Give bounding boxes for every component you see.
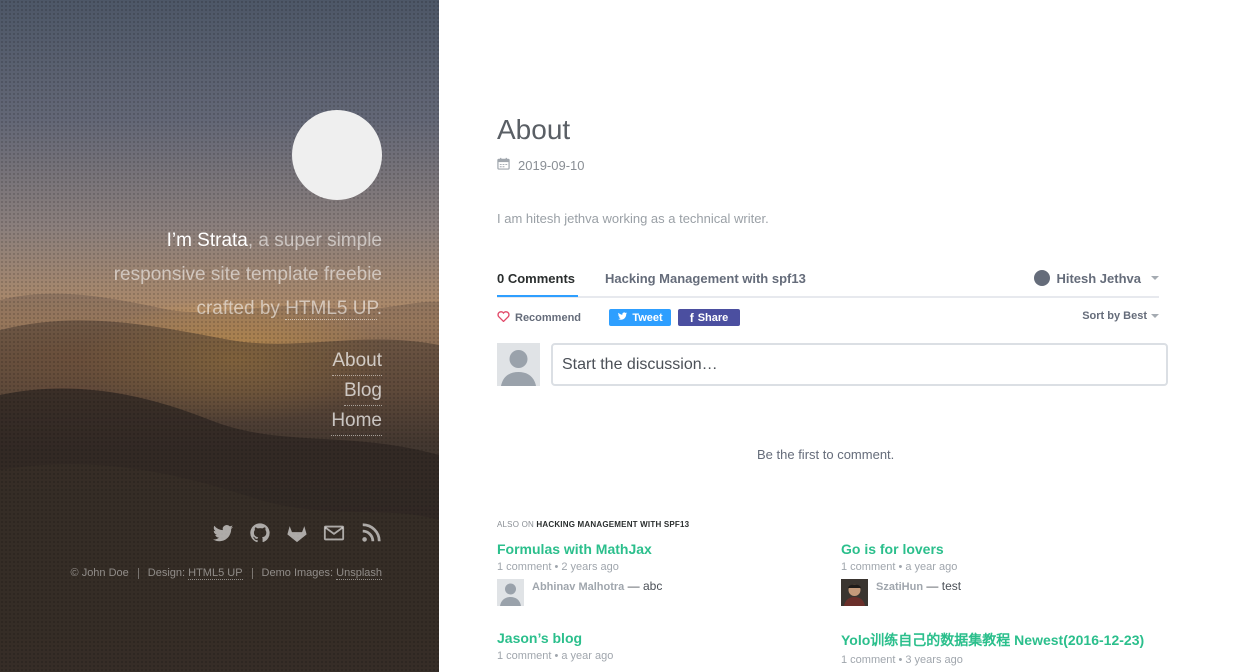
tweet-button[interactable]: Tweet [609,309,671,326]
user-avatar-icon [1034,270,1051,286]
thread-actions: Recommend Tweet f Share Sort by Best [497,298,1159,338]
date-text: 2019-09-10 [518,157,585,173]
recommendation-title[interactable]: Go is for lovers [841,541,1161,557]
github-icon[interactable] [249,522,271,544]
calendar-icon [497,157,510,173]
design-label: Design: [147,567,189,579]
recommendation-item[interactable]: Jason’s blog 1 comment • a year ago [497,630,817,662]
intro-text: I’m Strata, a super simple responsive si… [82,224,382,326]
guest-avatar [497,343,540,386]
facebook-share-button[interactable]: f Share [678,309,740,326]
also-on-prefix: ALSO ON [497,520,537,529]
tab-community[interactable]: Hacking Management with spf13 [605,271,806,286]
nav-about-link[interactable]: About [332,346,382,376]
html5up-link[interactable]: HTML5 UP [285,298,377,320]
footer-divider [137,567,139,579]
sort-label: Sort by Best [1082,310,1147,322]
post-body: I am hitesh jethva working as a technica… [497,211,769,226]
recommendation-title[interactable]: Formulas with MathJax [497,541,817,557]
comment-snippet: — test [923,579,962,593]
commenter-name[interactable]: SzatiHun [876,581,923,593]
sidebar: I’m Strata, a super simple responsive si… [0,0,439,672]
recommendation-title[interactable]: Yolo训练自己的数据集教程 Newest(2016-12-23) [841,630,1161,650]
comment-input[interactable]: Start the discussion… [551,343,1168,386]
page-title: About [497,114,571,145]
recommendation-item[interactable]: Go is for lovers 1 comment • a year ago … [841,541,1161,606]
footer-divider [251,567,253,579]
recommendation-meta: 1 comment • 3 years ago [841,654,963,666]
also-on-heading: ALSO ON HACKING MANAGEMENT WITH SPF13 [497,520,689,529]
twitter-icon [617,311,628,324]
copyright-text: © John Doe [70,567,129,579]
disqus-thread: 0 Comments Hacking Management with spf13… [497,262,1168,666]
envelope-icon[interactable] [323,522,345,544]
social-links [212,522,382,546]
chevron-down-icon [1151,314,1159,318]
sort-menu[interactable]: Sort by Best [1082,310,1159,322]
tab-comments[interactable]: 0 Comments [497,271,578,297]
main-content: About 2019-09-10 I am hitesh jethva work… [439,0,1258,672]
facebook-icon: f [689,310,694,325]
avatar [292,110,382,200]
commenter-name[interactable]: Abhinav Malhotra [532,581,624,593]
intro-end: . [376,298,382,319]
recommendation-meta: 1 comment • 2 years ago [497,561,619,573]
recommendation-comment: SzatiHun — test [841,579,1161,606]
recommendation-meta: 1 comment • a year ago [841,561,958,573]
rss-icon[interactable] [360,522,382,544]
post-date: 2019-09-10 [497,157,585,173]
recommendation-comment: Abhinav Malhotra — abc [497,579,817,606]
heart-icon [497,310,510,325]
user-name: Hitesh Jethva [1056,270,1141,286]
sidebar-nav: About Blog Home [331,346,382,436]
recommendation-title[interactable]: Jason’s blog [497,630,817,646]
twitter-icon[interactable] [212,522,234,544]
recommend-label: Recommend [515,311,582,324]
comment-snippet: — abc [624,579,663,593]
demo-images-label: Demo Images: [261,567,337,579]
recommend-button[interactable]: Recommend [497,310,581,325]
nav-blog-link[interactable]: Blog [343,376,382,406]
sidebar-footer: © John Doe Design: HTML5 UP Demo Images: U… [70,567,382,580]
comment-composer: Start the discussion… [497,343,1168,387]
nav-home-link[interactable]: Home [331,406,382,436]
share-label: Share [697,311,729,324]
recommendation-item[interactable]: Formulas with MathJax 1 comment • 2 year… [497,541,817,606]
also-on-site: HACKING MANAGEMENT WITH SPF13 [536,520,690,529]
commenter-avatar [841,579,868,606]
empty-thread-message: Be the first to comment. [757,447,895,462]
unsplash-link[interactable]: Unsplash [336,567,382,580]
recommendation-meta: 1 comment • a year ago [497,650,614,662]
recommendation-item[interactable]: Yolo训练自己的数据集教程 Newest(2016-12-23) 1 comm… [841,630,1161,666]
intro-name: I’m Strata [166,230,248,251]
disqus-tabs: 0 Comments Hacking Management with spf13… [497,262,1159,298]
tweet-label: Tweet [632,311,663,324]
gitlab-icon[interactable] [286,522,308,544]
design-link[interactable]: HTML5 UP [188,567,243,580]
chevron-down-icon [1151,276,1159,280]
commenter-avatar [497,579,524,606]
user-menu[interactable]: Hitesh Jethva [1034,270,1159,286]
